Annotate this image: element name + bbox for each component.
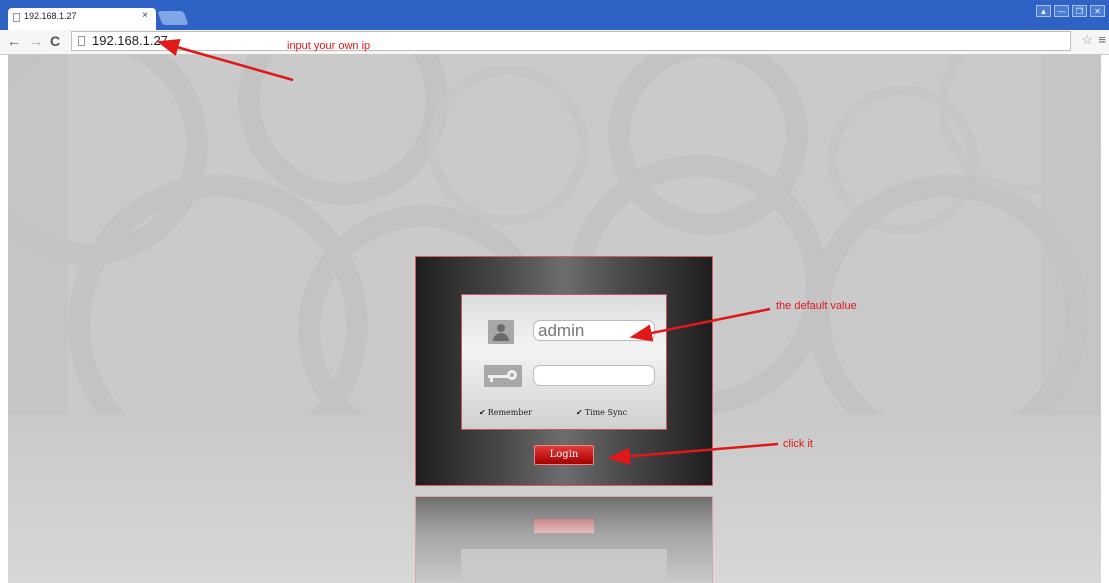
annotation-arrows — [156, 39, 779, 466]
arrow-to-address — [156, 39, 294, 82]
arrow-to-username — [629, 307, 771, 342]
arrow-to-login — [607, 442, 779, 466]
